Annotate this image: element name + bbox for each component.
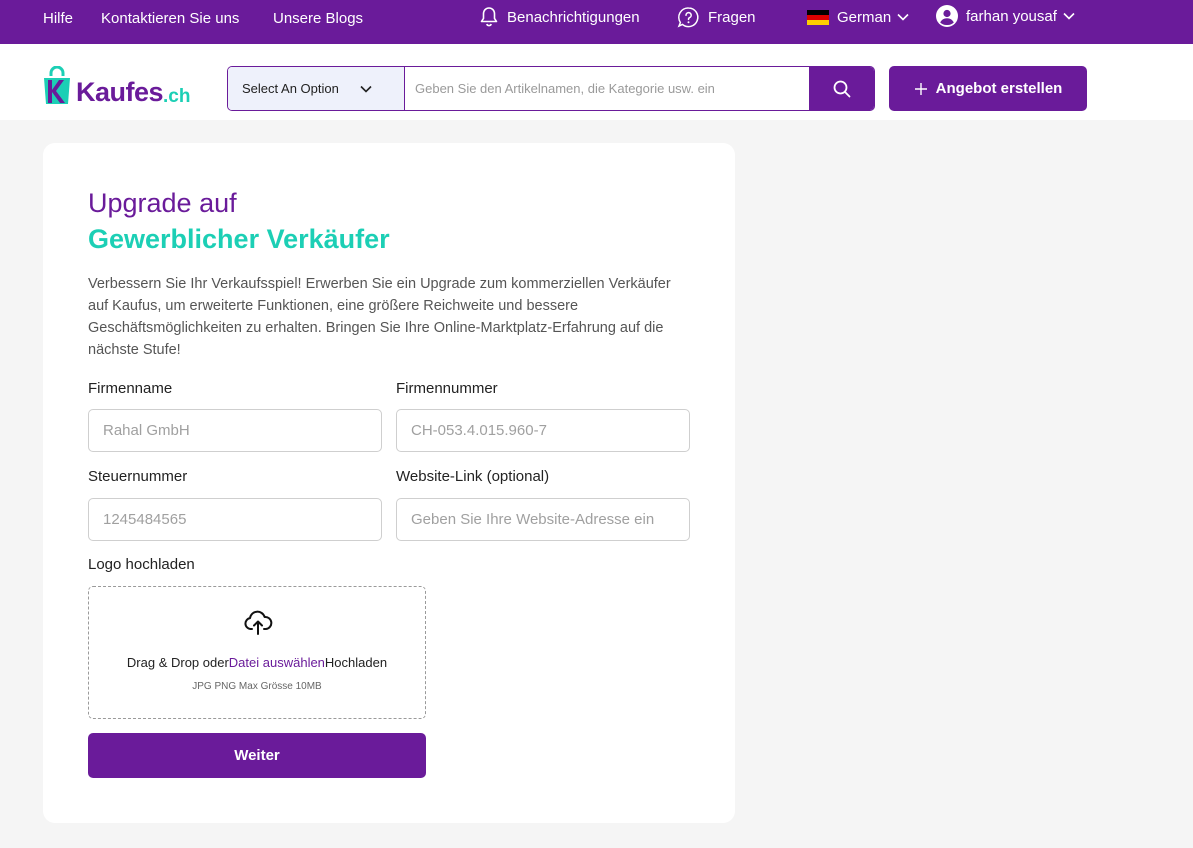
help-link[interactable]: Hilfe <box>43 8 73 28</box>
create-offer-button[interactable]: Angebot erstellen <box>889 66 1087 111</box>
user-menu[interactable]: farhan yousaf <box>936 5 1075 27</box>
website-label: Website-Link (optional) <box>396 468 550 485</box>
shopping-bag-logo-icon <box>44 66 70 104</box>
website-input[interactable] <box>396 498 690 541</box>
upload-instructions: Drag & Drop oderDatei auswählenHochladen <box>89 655 425 670</box>
search-bar: Select An Option <box>227 66 875 111</box>
category-select[interactable]: Select An Option <box>228 67 405 110</box>
description: Verbessern Sie Ihr Verkaufsspiel! Erwerb… <box>88 276 671 358</box>
create-offer-label: Angebot erstellen <box>935 80 1063 97</box>
user-name: farhan yousaf <box>966 7 1057 25</box>
plus-icon <box>914 82 927 95</box>
upload-text-before: Drag & Drop oder <box>126 655 229 670</box>
category-select-label: Select An Option <box>242 81 339 96</box>
main-header: Kaufes .ch Select An Option Angebot erst… <box>0 44 1193 120</box>
company-name-input[interactable] <box>88 409 382 452</box>
logo-upload-label: Logo hochladen <box>88 556 195 573</box>
search-input[interactable] <box>405 67 809 110</box>
contact-link[interactable]: Kontaktieren Sie uns <box>101 8 239 28</box>
upload-text-after: Hochladen <box>324 655 388 670</box>
next-button[interactable]: Weiter <box>88 733 426 778</box>
chevron-down-icon <box>1063 12 1075 20</box>
bell-icon <box>480 7 498 27</box>
chevron-down-icon <box>360 85 372 93</box>
top-bar: Hilfe Kontaktieren Sie uns Unsere Blogs … <box>0 0 1193 44</box>
logo-text: Kaufes <box>76 77 164 107</box>
notifications-label: Benachrichtigungen <box>507 8 640 26</box>
page-subtitle: Gewerblicher Verkäufer <box>88 224 390 254</box>
chevron-down-icon <box>897 13 909 21</box>
blogs-link[interactable]: Unsere Blogs <box>273 8 363 28</box>
question-icon <box>677 6 699 27</box>
search-icon <box>833 80 850 97</box>
upload-hint: JPG PNG Max Grösse 10MB <box>192 681 322 692</box>
tax-number-label: Steuernummer <box>88 468 188 485</box>
next-button-label: Weiter <box>234 747 280 764</box>
language-label: German <box>837 8 892 26</box>
cloud-upload-icon <box>244 610 273 635</box>
notifications-button[interactable]: Benachrichtigungen <box>479 7 640 27</box>
logo-suffix: .ch <box>163 86 191 107</box>
logo[interactable]: Kaufes .ch <box>42 66 190 106</box>
search-button[interactable] <box>809 67 874 110</box>
logo-upload-dropzone[interactable]: Drag & Drop oderDatei auswählenHochladen… <box>88 586 426 719</box>
questions-label: Fragen <box>708 8 756 26</box>
upgrade-form-card: Upgrade auf Gewerblicher Verkäufer Verbe… <box>43 143 735 823</box>
company-number-label: Firmennummer <box>396 380 498 397</box>
tax-number-input[interactable] <box>88 498 382 541</box>
language-selector[interactable]: German <box>807 7 909 27</box>
user-avatar-icon <box>936 5 958 27</box>
company-name-label: Firmenname <box>88 380 173 397</box>
questions-button[interactable]: Fragen <box>677 6 756 27</box>
company-number-input[interactable] <box>396 409 690 452</box>
choose-file-link[interactable]: Datei auswählen <box>229 655 325 670</box>
page-title: Upgrade auf <box>88 188 237 218</box>
german-flag-icon <box>807 9 829 25</box>
